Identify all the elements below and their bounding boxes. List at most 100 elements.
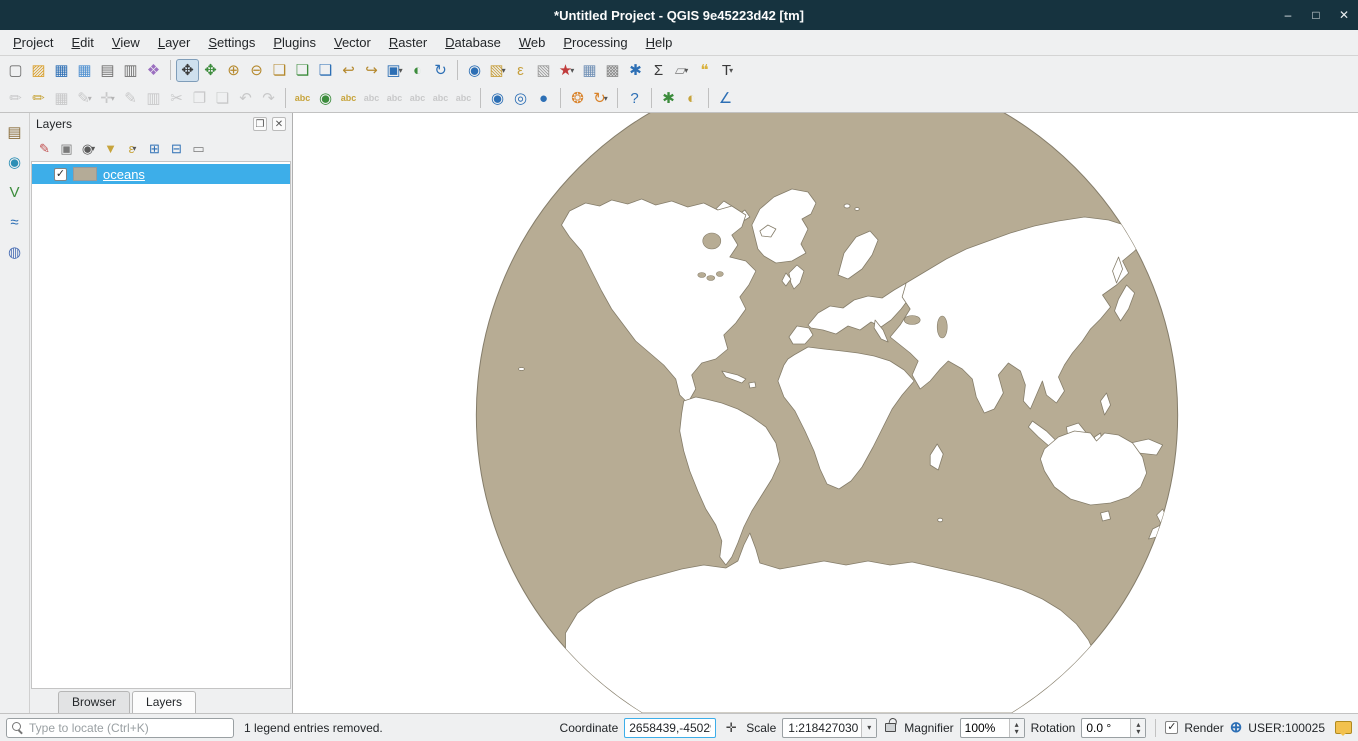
locate-input[interactable] [29, 721, 228, 735]
map-tips-icon[interactable]: ❝ [693, 59, 716, 82]
scale-lock-icon[interactable] [885, 723, 896, 732]
select-features-icon[interactable]: ▧▾ [486, 59, 509, 82]
plugin-reload-icon[interactable]: ↻▾ [589, 87, 612, 110]
menu-settings[interactable]: Settings [199, 31, 264, 54]
elevation-profile-icon[interactable]: ∠ [714, 87, 737, 110]
processing-history-icon[interactable]: ◐ [680, 87, 703, 110]
manage-map-themes-icon[interactable]: ◉▾ [78, 138, 99, 159]
vector-dock-icon[interactable]: V [3, 181, 26, 204]
save-project-icon[interactable]: ▦ [50, 59, 73, 82]
close-button[interactable]: ✕ [1330, 0, 1358, 30]
temporal-controller-icon[interactable]: ◐ [406, 59, 429, 82]
browser-dock-icon[interactable]: ▤ [3, 121, 26, 144]
menu-raster[interactable]: Raster [380, 31, 436, 54]
menu-processing[interactable]: Processing [554, 31, 636, 54]
zoom-full-icon[interactable]: ❏ [268, 59, 291, 82]
field-calculator-icon[interactable]: ▩ [601, 59, 624, 82]
open-layer-styling-icon[interactable]: ✎ [34, 138, 55, 159]
zoom-out-icon[interactable]: ⊖ [245, 59, 268, 82]
chevron-down-icon[interactable]: ▾ [570, 66, 574, 75]
web-dock-icon[interactable]: ◍ [3, 241, 26, 264]
messages-icon[interactable] [1335, 721, 1352, 734]
zoom-in-icon[interactable]: ⊕ [222, 59, 245, 82]
layer-labeling-icon[interactable]: abc [291, 87, 314, 110]
minimize-button[interactable]: – [1274, 0, 1302, 30]
new-project-icon[interactable]: ▢ [4, 59, 27, 82]
style-manager-icon[interactable]: ❖ [142, 59, 165, 82]
rotation-spinbox[interactable]: ▴▾ [1081, 718, 1146, 738]
filter-expression-icon[interactable]: ε▾ [122, 138, 143, 159]
deselect-features-icon[interactable]: ▧ [532, 59, 555, 82]
coordinate-input[interactable] [624, 718, 716, 738]
chevron-down-icon[interactable]: ▾ [861, 719, 876, 737]
layer-row[interactable]: ✓ oceans [32, 164, 290, 184]
menu-help[interactable]: Help [637, 31, 682, 54]
new-bookmark-icon[interactable]: ★▾ [555, 59, 578, 82]
pan-map-icon[interactable]: ✥ [176, 59, 199, 82]
zoom-to-layer-icon[interactable]: ❏ [314, 59, 337, 82]
menu-layer[interactable]: Layer [149, 31, 200, 54]
new-print-layout-icon[interactable]: ▤ [96, 59, 119, 82]
expand-all-icon[interactable]: ⊞ [144, 138, 165, 159]
chevron-down-icon[interactable]: ▾ [502, 66, 506, 75]
crs-globe-icon[interactable]: ⊕ [1230, 720, 1243, 735]
pan-to-selection-icon[interactable]: ✥ [199, 59, 222, 82]
layout-manager-icon[interactable]: ▥ [119, 59, 142, 82]
statistical-summary-icon[interactable]: Σ [647, 59, 670, 82]
chevron-down-icon[interactable]: ▾ [604, 94, 608, 103]
filter-legend-icon[interactable]: ▼ [100, 138, 121, 159]
rotation-input[interactable] [1082, 721, 1130, 735]
menu-plugins[interactable]: Plugins [264, 31, 325, 54]
dock-tab-layers[interactable]: Layers [132, 691, 196, 713]
identify-features-icon[interactable]: ◉ [463, 59, 486, 82]
chevron-down-icon[interactable]: ▾ [684, 66, 688, 75]
globe-dock-icon[interactable]: ◉ [3, 151, 26, 174]
chevron-down-icon[interactable]: ▾ [729, 66, 733, 75]
layer-diagram-icon[interactable]: ◉ [314, 87, 337, 110]
layer-name[interactable]: oceans [103, 167, 145, 182]
osm-search-icon[interactable]: ❂ [566, 87, 589, 110]
save-project-as-icon[interactable]: ▦ [73, 59, 96, 82]
locate-bar[interactable] [6, 718, 234, 738]
processing-toolbox-icon[interactable]: ✱ [657, 87, 680, 110]
web-services-icon[interactable]: ● [532, 87, 555, 110]
text-annotation-icon[interactable]: T▾ [716, 59, 739, 82]
map-canvas[interactable] [292, 113, 1358, 713]
chevron-down-icon[interactable]: ▾ [132, 144, 136, 153]
open-project-icon[interactable]: ▨ [27, 59, 50, 82]
refresh-map-icon[interactable]: ↻ [429, 59, 452, 82]
geonode-icon[interactable]: ◎ [509, 87, 532, 110]
chevron-down-icon[interactable]: ▾ [399, 66, 403, 75]
crs-status[interactable]: USER:100025 [1248, 721, 1325, 735]
spinner-arrows-icon[interactable]: ▴▾ [1130, 719, 1145, 737]
metasearch-icon[interactable]: ◉ [486, 87, 509, 110]
dock-tab-browser[interactable]: Browser [58, 691, 130, 713]
layer-visibility-checkbox[interactable]: ✓ [54, 168, 67, 181]
layers-tree[interactable]: ✓ oceans [31, 161, 291, 689]
zoom-to-selection-icon[interactable]: ❏ [291, 59, 314, 82]
select-by-expression-icon[interactable]: ε [509, 59, 532, 82]
toggle-editing-icon[interactable]: ✏ [27, 87, 50, 110]
zoom-last-icon[interactable]: ↩ [337, 59, 360, 82]
magnifier-input[interactable] [961, 721, 1009, 735]
help-contents-icon[interactable]: ? [623, 87, 646, 110]
extents-toggle-icon[interactable]: ✛ [722, 719, 740, 737]
collapse-all-icon[interactable]: ⊟ [166, 138, 187, 159]
chevron-down-icon[interactable]: ▾ [111, 94, 115, 103]
menu-project[interactable]: Project [4, 31, 62, 54]
close-panel-icon[interactable]: ✕ [272, 117, 286, 131]
menu-edit[interactable]: Edit [62, 31, 102, 54]
add-group-icon[interactable]: ▣ [56, 138, 77, 159]
remove-layer-icon[interactable]: ▭ [188, 138, 209, 159]
menu-vector[interactable]: Vector [325, 31, 380, 54]
menu-web[interactable]: Web [510, 31, 555, 54]
scale-combo[interactable]: 1:218427030 ▾ [782, 718, 877, 738]
magnifier-spinbox[interactable]: ▴▾ [960, 718, 1025, 738]
render-checkbox[interactable]: ✓ [1165, 721, 1178, 734]
menu-database[interactable]: Database [436, 31, 510, 54]
chevron-down-icon[interactable]: ▾ [91, 144, 95, 153]
highlight-labels-icon[interactable]: abc [337, 87, 360, 110]
zoom-next-icon[interactable]: ↪ [360, 59, 383, 82]
maximize-button[interactable]: □ [1302, 0, 1330, 30]
chevron-down-icon[interactable]: ▾ [88, 94, 92, 103]
